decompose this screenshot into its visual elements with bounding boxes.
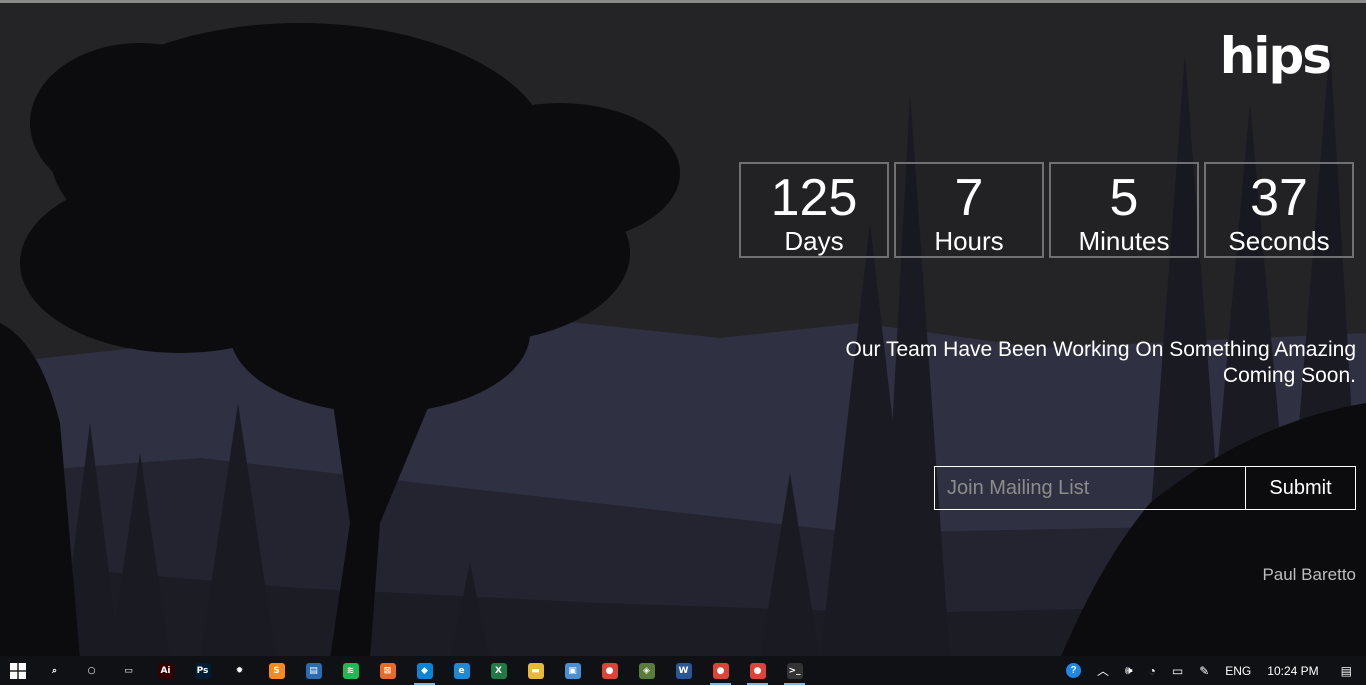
word-icon: W — [675, 662, 692, 679]
taskbar-app-box-button[interactable]: ⊠ — [369, 656, 406, 685]
git-icon: ◈ — [638, 662, 655, 679]
language-indicator[interactable]: ENG — [1217, 656, 1259, 685]
search-icon: ⌕ — [51, 665, 58, 676]
taskbar-sublime-button[interactable]: S — [258, 656, 295, 685]
countdown-minutes: 5 Minutes — [1049, 162, 1199, 258]
seconds-value: 37 — [1250, 169, 1308, 227]
system-tray: ? ︿ 🕪 ◔ ▭ ✎ ENG 10:24 PM ▤ — [1058, 656, 1366, 685]
window-app-icon: ▤ — [305, 662, 322, 679]
start-button[interactable] — [0, 656, 36, 685]
taskbar-app-orange-button[interactable]: ✹ — [221, 656, 258, 685]
app-pkg-icon: ▣ — [564, 662, 581, 679]
taskbar-word-button[interactable]: W — [665, 656, 702, 685]
taskbar-vscode-button[interactable]: ◆ — [406, 656, 443, 685]
taskbar-excel-button[interactable]: X — [480, 656, 517, 685]
pen-icon[interactable]: ✎ — [1191, 656, 1217, 685]
taskbar-window-app-button[interactable]: ▤ — [295, 656, 332, 685]
hours-value: 7 — [954, 169, 984, 227]
taskbar-task-view-button[interactable]: ▭ — [110, 656, 147, 685]
countdown-hours: 7 Hours — [894, 162, 1044, 258]
cortana-icon: ○ — [87, 665, 96, 676]
countdown-seconds: 37 Seconds — [1204, 162, 1354, 258]
spotify-icon: ≋ — [342, 662, 359, 679]
days-value: 125 — [770, 169, 858, 227]
taskbar-git-button[interactable]: ◈ — [628, 656, 665, 685]
taskbar-chrome-button[interactable]: ● — [591, 656, 628, 685]
taskbar-search-button[interactable]: ⌕ — [36, 656, 73, 685]
tagline-line-2: Coming Soon. — [1222, 364, 1356, 387]
submit-button[interactable]: Submit — [1246, 466, 1356, 510]
app-box-icon: ⊠ — [379, 662, 396, 679]
forest-background — [0, 3, 1366, 656]
taskbar-apps: ⌕ ○ ▭ Ai Ps ✹ S ▤ ≋ ⊠ ◆ e X ▬ ▣ ● ◈ W ● ● >_ — [36, 656, 813, 685]
edge-icon: e — [453, 662, 470, 679]
seconds-label: Seconds — [1228, 226, 1330, 256]
taskbar-photoshop-button[interactable]: Ps — [184, 656, 221, 685]
taskbar-illustrator-button[interactable]: Ai — [147, 656, 184, 685]
wifi-icon[interactable]: ◔ — [1141, 656, 1164, 685]
coming-soon-page: hips 125 Days 7 Hours 5 Minutes 37 Secon… — [0, 0, 1366, 656]
tagline-line-1: Our Team Have Been Working On Something … — [845, 338, 1356, 361]
terminal-icon: >_ — [786, 662, 803, 679]
taskbar-chrome-button[interactable]: ● — [702, 656, 739, 685]
mailing-list-form: Submit — [934, 466, 1356, 510]
chevron-up-icon[interactable]: ︿ — [1089, 656, 1117, 685]
file-explorer-icon: ▬ — [527, 662, 544, 679]
windows-logo-icon — [10, 662, 26, 679]
taskbar-terminal-button[interactable]: >_ — [776, 656, 813, 685]
days-label: Days — [784, 226, 844, 256]
illustrator-icon: Ai — [157, 662, 174, 679]
hours-label: Hours — [934, 226, 1004, 256]
author-credit: Paul Baretto — [1262, 565, 1356, 584]
task-view-icon: ▭ — [124, 665, 133, 676]
countdown-timer: 125 Days 7 Hours 5 Minutes 37 Seconds — [739, 162, 1354, 258]
mailing-list-email-input[interactable] — [934, 466, 1246, 510]
photoshop-icon: Ps — [194, 662, 211, 679]
taskbar-file-explorer-button[interactable]: ▬ — [517, 656, 554, 685]
sublime-icon: S — [268, 662, 285, 679]
brand-logo[interactable]: hips — [1220, 27, 1332, 85]
tagline: Our Team Have Been Working On Something … — [846, 337, 1356, 389]
minutes-value: 5 — [1109, 169, 1139, 227]
windows-taskbar: ⌕ ○ ▭ Ai Ps ✹ S ▤ ≋ ⊠ ◆ e X ▬ ▣ ● ◈ W ● ● >_ ? ︿ 🕪 ◔ ▭ ✎ ENG… — [0, 656, 1366, 685]
battery-icon[interactable]: ▭ — [1164, 656, 1191, 685]
excel-icon: X — [490, 662, 507, 679]
chrome-icon-2: ● — [712, 662, 729, 679]
chrome-icon: ● — [601, 662, 618, 679]
taskbar-chrome-button[interactable]: ● — [739, 656, 776, 685]
notifications-icon[interactable]: ▤ — [1327, 656, 1366, 685]
clock[interactable]: 10:24 PM — [1259, 656, 1326, 685]
vscode-icon: ◆ — [416, 662, 433, 679]
volume-icon[interactable]: 🕪 — [1117, 656, 1141, 685]
taskbar-edge-button[interactable]: e — [443, 656, 480, 685]
minutes-label: Minutes — [1078, 226, 1170, 256]
taskbar-cortana-button[interactable]: ○ — [73, 656, 110, 685]
chrome-icon-3: ● — [749, 662, 766, 679]
help-icon[interactable]: ? — [1058, 656, 1089, 685]
countdown-days: 125 Days — [739, 162, 889, 258]
taskbar-app-pkg-button[interactable]: ▣ — [554, 656, 591, 685]
app-orange-icon: ✹ — [235, 665, 244, 676]
taskbar-spotify-button[interactable]: ≋ — [332, 656, 369, 685]
